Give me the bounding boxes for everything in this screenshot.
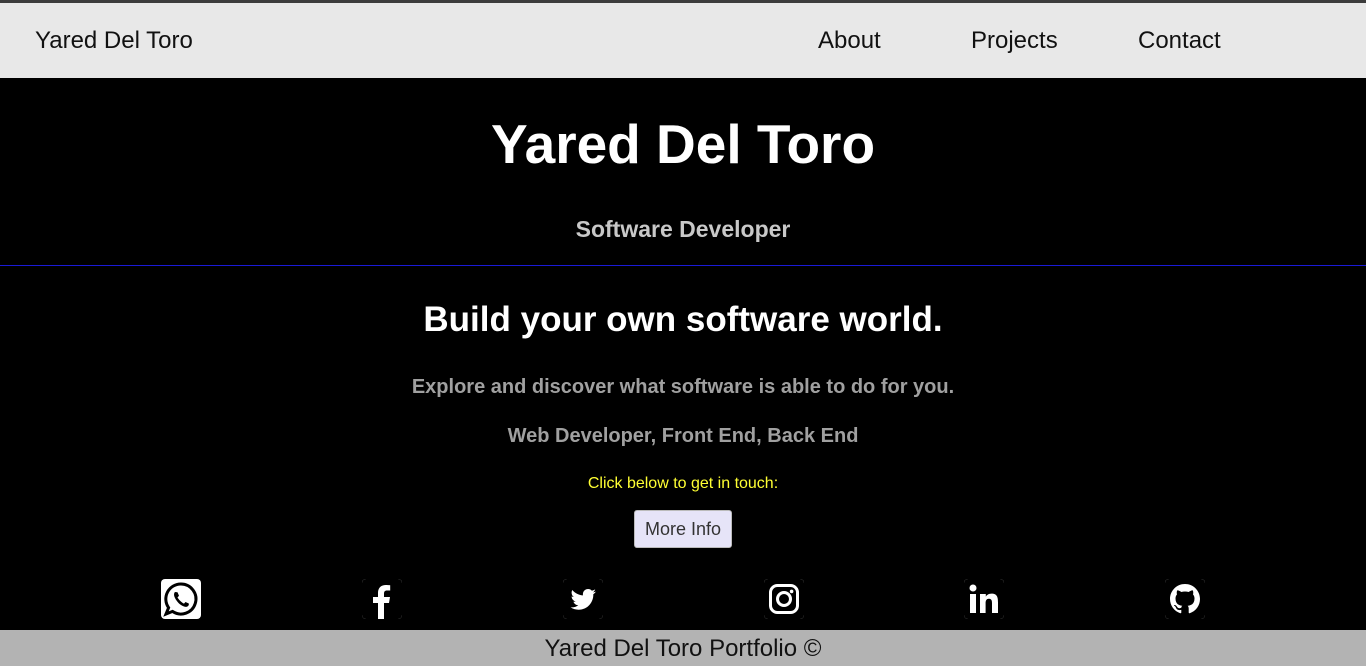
github-icon bbox=[1165, 579, 1205, 619]
twitter-link[interactable] bbox=[563, 579, 603, 619]
hero-subtitle: Software Developer bbox=[575, 216, 791, 242]
intro-tagline: Explore and discover what software is ab… bbox=[411, 376, 955, 398]
facebook-link[interactable] bbox=[362, 579, 402, 619]
whatsapp-icon bbox=[163, 582, 198, 617]
nav-link-projects[interactable]: Projects bbox=[971, 27, 1058, 55]
intro-skills: Web Developer, Front End, Back End bbox=[507, 425, 859, 447]
cta-text: Click below to get in touch: bbox=[587, 475, 779, 492]
footer: Yared Del Toro Portfolio © bbox=[0, 630, 1366, 666]
instagram-icon bbox=[764, 579, 804, 619]
facebook-icon bbox=[362, 579, 402, 619]
nav-link-contact[interactable]: Contact bbox=[1138, 27, 1221, 55]
linkedin-icon bbox=[964, 579, 1004, 619]
hero-title: Yared Del Toro bbox=[490, 113, 876, 175]
intro-headline: Build your own software world. bbox=[423, 300, 943, 339]
nav-link-about[interactable]: About bbox=[818, 27, 881, 55]
section-divider bbox=[0, 265, 1366, 266]
linkedin-link[interactable] bbox=[964, 579, 1004, 619]
github-link[interactable] bbox=[1165, 579, 1205, 619]
navbar: Yared Del Toro About Projects Contact bbox=[0, 3, 1366, 78]
instagram-link[interactable] bbox=[764, 579, 804, 619]
whatsapp-link[interactable] bbox=[161, 579, 201, 619]
more-info-button[interactable]: More Info bbox=[634, 510, 732, 548]
twitter-icon bbox=[563, 579, 603, 619]
brand-link[interactable]: Yared Del Toro bbox=[35, 27, 193, 55]
